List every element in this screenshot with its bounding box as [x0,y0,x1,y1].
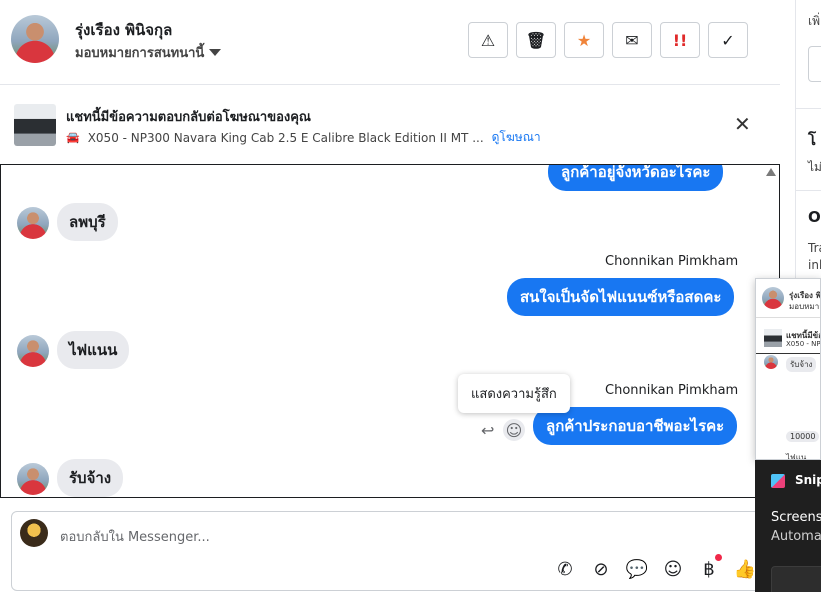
contact-avatar [17,335,49,367]
toast-title: Screensh [771,510,821,525]
contact-avatar [762,287,784,309]
attachment-icon[interactable]: ⊘ [590,558,612,580]
snipping-tool-icon [771,474,785,488]
divider [756,317,820,318]
thumbs-up-icon[interactable]: 👍 [734,558,756,580]
close-icon[interactable]: ✕ [734,113,751,135]
sidebar-section-text: ไม่ [808,160,821,174]
sidebar-section-text: Tra [808,241,821,255]
message-bubble-outgoing[interactable]: ลูกค้าอยู่จังหวัดอะไรคะ [548,165,724,191]
react-emoji-icon[interactable]: ☺ [503,419,525,441]
contact-name[interactable]: รุ่งเรือง พินิจกุล [75,18,172,42]
star-button[interactable]: ★ [564,22,604,58]
assign-label: มอบหมายการสนทนานี้ [75,46,205,61]
divider [795,108,821,109]
view-ad-link[interactable]: ดูโฆษณา [492,128,541,147]
mark-unread-button[interactable]: ✉ [612,22,652,58]
saved-reply-icon[interactable]: 💬 [626,558,648,580]
payment-icon[interactable]: ฿ [698,558,720,580]
mark-done-button[interactable]: ✓ [708,22,748,58]
ad-name: X050 - NP300 Navara King Cab 2.5 E Calib… [87,130,484,145]
messenger-inbox-window: รุ่งเรือง พินิจกุล มอบหมายการสนทนานี้ ⚠ 🗑… [0,0,821,592]
sidebar-section-title: O [808,208,821,226]
preview-message: รับจ้าง [786,357,817,372]
caret-down-icon [209,49,222,56]
preview-assign: มอบหมายการ [789,302,820,311]
scroll-up-arrow-icon[interactable] [766,168,776,176]
message-bubble-incoming[interactable]: ลพบุรี [57,203,118,241]
reply-icon[interactable]: ↩ [481,421,494,440]
preview-ad-sub: X050 - NP [786,340,821,348]
check-icon: ✓ [721,30,735,50]
warning-icon: ⚠ [480,30,496,50]
car-icon: 🚘 [66,131,80,144]
divider [795,190,821,191]
sidebar-top-text: เพิ่ [808,14,821,28]
snipping-tool-notification[interactable]: Snipp Screensh Automat [755,460,821,592]
preview-message: ไฟแน [786,453,807,460]
contact-avatar [17,463,49,495]
message-bubble-incoming[interactable]: รับจ้าง [57,459,124,497]
sender-name: Chonnikan Pimkham [605,383,739,398]
contact-avatar [17,207,49,239]
notification-dot [715,554,722,561]
follow-up-icon: !! [672,30,688,50]
star-icon: ★ [576,30,592,50]
contact-avatar[interactable] [11,15,59,63]
contact-avatar [764,355,778,369]
assign-conversation-dropdown[interactable]: มอบหมายการสนทนานี้ [75,42,222,63]
spam-button[interactable]: ⚠ [468,22,508,58]
toast-subtitle: Automat [771,529,821,544]
sidebar-section-text: inb [808,258,821,272]
screenshot-preview-thumbnail[interactable]: รุ่งเรือง พิ มอบหมายการ แชทนี้มีข้อค X05… [755,278,821,460]
reply-composer[interactable] [11,511,761,591]
sidebar-section-title: โ [808,131,817,149]
ad-banner-title: แชทนี้มีข้อความตอบกลับต่อโฆษณาของคุณ [66,110,311,125]
toast-action-button[interactable] [771,566,821,592]
react-tooltip: แสดงความรู้สึก [458,374,570,413]
ad-thumbnail [764,329,782,347]
toast-app-name: Snipp [795,473,821,487]
emoji-icon[interactable]: ☺ [662,558,684,580]
ad-thumbnail[interactable] [14,104,56,146]
reply-input[interactable]: ตอบกลับใน Messenger... [60,526,210,547]
delete-button[interactable]: 🗑 [516,22,556,58]
envelope-open-icon: ✉ [625,30,639,50]
call-add-icon[interactable]: ✆ [554,558,576,580]
preview-message: 10000 [786,431,820,442]
sidebar-input[interactable] [808,46,821,82]
message-bubble-outgoing[interactable]: สนใจเป็นจัดไฟแนนซ์หรือสดคะ [507,278,735,316]
ad-banner-subtitle: 🚘 X050 - NP300 Navara King Cab 2.5 E Cal… [66,128,541,147]
message-thread[interactable]: ลูกค้าอยู่จังหวัดอะไรคะ ลพบุรี Chonnikan… [0,164,780,498]
message-bubble-incoming[interactable]: ไฟแนน [57,331,130,369]
page-avatar [20,519,48,547]
trash-icon: 🗑 [525,30,547,50]
follow-up-button[interactable]: !! [660,22,700,58]
sender-name: Chonnikan Pimkham [605,254,739,269]
